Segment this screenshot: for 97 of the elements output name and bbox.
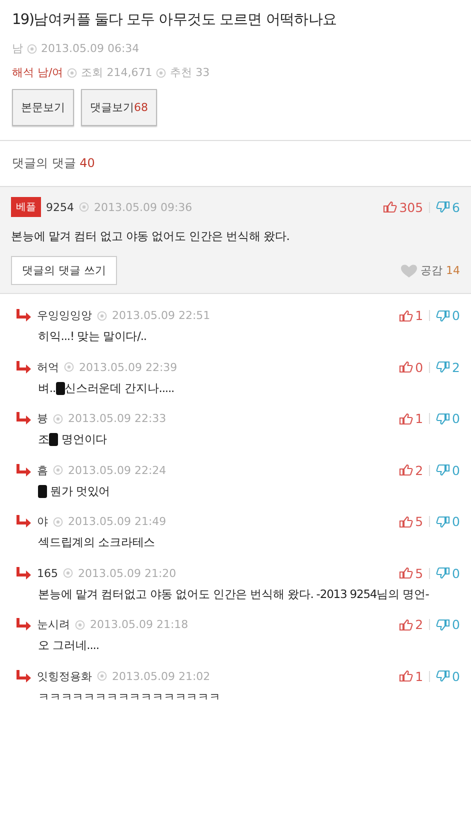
post-title: 19)남여커플 둘다 모두 아무것도 모르면 어떡하나요 [12, 11, 338, 29]
reply-arrow-icon [16, 464, 32, 476]
post-date: 2013.05.09 06:34 [41, 42, 140, 55]
level-icon [53, 414, 63, 424]
reply-arrow-icon [16, 412, 32, 425]
author-name[interactable]: 우잉잉잉앙 [37, 308, 92, 323]
author-name[interactable]: 눈시려 [37, 617, 70, 632]
author-name[interactable]: 165 [37, 566, 58, 580]
author-name[interactable]: 야 [37, 514, 48, 529]
thumbs-up-icon[interactable] [399, 618, 414, 630]
thumbs-up-icon[interactable] [399, 412, 414, 424]
redaction-mark [49, 433, 58, 446]
author-name[interactable]: 잇힝정용화 [37, 668, 92, 684]
level-icon [156, 68, 166, 78]
up-vote-count: 2 [415, 617, 424, 632]
comment-text: ㅋㅋㅋㅋㅋㅋㅋㅋㅋㅋㅋㅋㅋㅋㅋㅋ [38, 690, 222, 704]
recommend-count: 추천 33 [170, 65, 210, 80]
reply-arrow-icon [16, 618, 32, 631]
thumbs-down-icon[interactable] [436, 361, 450, 373]
thumbs-down-icon[interactable] [436, 516, 450, 528]
down-vote-count: 0 [452, 668, 460, 684]
thumbs-up-icon[interactable] [399, 670, 414, 682]
thumbs-up-icon[interactable] [399, 464, 414, 476]
comment-text: 히익...! 맞는 말이다/.. [38, 329, 148, 344]
thumbs-down-icon[interactable] [436, 310, 450, 322]
comment-text: 본능에 맡겨 컴터 없고 야동 없어도 인간은 번식해 왔다. [11, 229, 290, 244]
level-icon [75, 620, 85, 630]
thumbs-up-icon[interactable] [399, 516, 414, 528]
down-vote-count: 0 [452, 308, 460, 323]
best-badge: 베플 [11, 197, 41, 217]
up-vote-count: 2 [415, 462, 424, 478]
thumbs-up-icon[interactable] [399, 310, 414, 322]
thumbs-down-icon[interactable] [436, 464, 450, 476]
comment-text: 조 명언이다 [38, 432, 108, 447]
like-label: 공감 14 [420, 263, 460, 278]
up-vote-count: 5 [415, 514, 424, 529]
comment-date: 2013.05.09 21:18 [90, 618, 188, 631]
author-name[interactable]: 허억 [37, 360, 59, 374]
comment-text: 섹드립계의 소크라테스 [38, 535, 156, 550]
redaction-mark [38, 484, 47, 498]
up-vote-count: 1 [415, 308, 424, 323]
view-button[interactable]: 본문보기 [12, 89, 74, 126]
down-vote-count: 0 [452, 617, 460, 632]
down-vote-count: 0 [452, 462, 460, 478]
down-vote-count: 2 [452, 360, 460, 374]
comment-date: 2013.05.09 21:02 [112, 670, 210, 682]
up-vote-count: 0 [415, 360, 424, 374]
thumbs-down-icon[interactable] [436, 412, 450, 424]
level-icon [97, 671, 107, 681]
level-icon [97, 310, 107, 320]
author-name[interactable]: 흠 [37, 462, 48, 478]
comment-text: 벼.. 신스러운데 간지나..... [38, 380, 176, 396]
level-icon [79, 202, 89, 212]
down-vote-count: 6 [452, 200, 460, 214]
up-vote-count: 1 [415, 411, 424, 426]
thumbs-down-icon[interactable] [436, 670, 450, 682]
level-icon [63, 568, 73, 578]
reply-arrow-icon [16, 360, 32, 374]
author-name[interactable]: 븅 [37, 411, 48, 426]
thumbs-down-icon[interactable] [436, 201, 450, 213]
down-vote-count: 0 [452, 566, 460, 580]
down-vote-count: 0 [452, 514, 460, 529]
level-icon [53, 465, 63, 475]
level-icon [27, 44, 37, 54]
comment-text: 본능에 맡겨 컴터없고 야동 없어도 인간은 번식해 왔다. -2013 9254님의 명언- [38, 586, 430, 602]
comment-date: 2013.05.09 22:51 [112, 309, 210, 322]
down-vote-count: 0 [452, 411, 460, 426]
level-icon [64, 362, 74, 372]
thumbs-up-icon[interactable] [383, 201, 398, 213]
comment-date: 2013.05.09 22:33 [68, 412, 166, 425]
comment-date: 2013.05.09 21:49 [68, 515, 166, 528]
comment-text: 오 그러네.... [38, 638, 100, 653]
comment-date: 2013.05.09 22:24 [68, 464, 166, 476]
view-count: 조회 214,671 [81, 65, 152, 80]
up-vote-count: 305 [399, 200, 424, 214]
write-reply-button[interactable]: 댓글의 댓글 쓰기 [11, 256, 117, 285]
comment-date: 2013.05.09 22:39 [79, 360, 178, 374]
category-link[interactable]: 해석 남/여 [12, 65, 64, 80]
comment-date: 2013.05.09 21:20 [78, 566, 176, 580]
reply-arrow-icon [16, 566, 32, 580]
up-vote-count: 1 [415, 668, 424, 684]
author-name[interactable]: 9254 [46, 200, 74, 214]
up-vote-count: 5 [415, 566, 424, 580]
comment-text: 뭔가 멋있어 [38, 484, 460, 498]
level-icon [53, 516, 63, 526]
comment-date: 2013.05.09 09:36 [94, 200, 192, 214]
heart-icon[interactable] [400, 264, 418, 278]
reply-arrow-icon [16, 309, 32, 322]
reply-arrow-icon [16, 670, 32, 682]
view-button[interactable]: 댓글보기68 [81, 89, 157, 126]
thumbs-up-icon[interactable] [399, 361, 414, 373]
reply-arrow-icon [16, 515, 32, 528]
level-icon [67, 68, 78, 78]
redaction-mark [56, 382, 65, 395]
thumbs-up-icon[interactable] [399, 567, 414, 579]
thumbs-down-icon[interactable] [436, 618, 450, 630]
thumbs-down-icon[interactable] [436, 567, 450, 579]
